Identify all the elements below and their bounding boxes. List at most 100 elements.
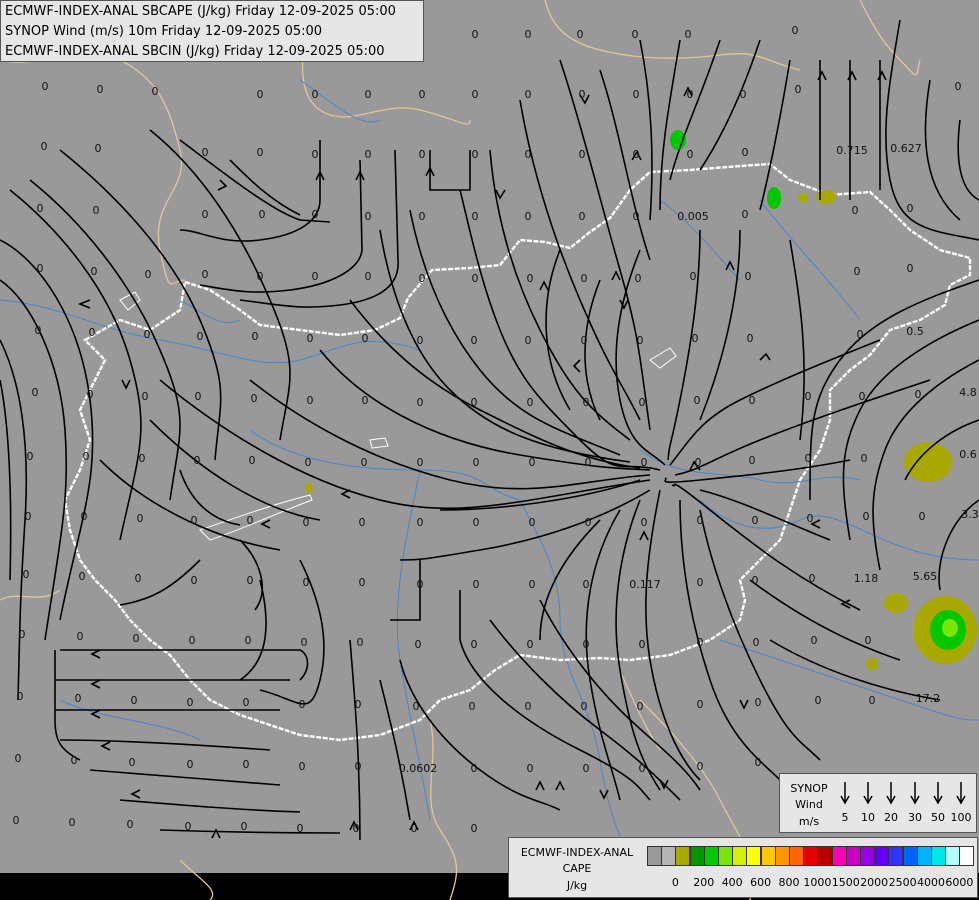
cape-value-label: 0 bbox=[91, 265, 98, 278]
cape-value-label: 0 bbox=[247, 574, 254, 587]
cape-tick-label: 1500 bbox=[831, 876, 860, 889]
cape-value-label: 0 bbox=[805, 452, 812, 465]
cape-value-label: 0 bbox=[639, 396, 646, 409]
cape-value-label: 0 bbox=[472, 148, 479, 161]
cape-color-swatch bbox=[945, 846, 961, 866]
cape-value-label: 0 bbox=[472, 272, 479, 285]
cape-value-label: 0 bbox=[257, 88, 264, 101]
cape-value-label: 0 bbox=[742, 208, 749, 221]
cape-value-label: 0 bbox=[307, 394, 314, 407]
cape-value-label: 0 bbox=[577, 28, 584, 41]
cape-value-label: 0 bbox=[583, 762, 590, 775]
wind-speed-20: 20 bbox=[884, 811, 898, 824]
cape-value-label: 0 bbox=[861, 452, 868, 465]
cape-value-label: 0 bbox=[581, 272, 588, 285]
cape-value-label: 0 bbox=[637, 334, 644, 347]
cape-value-label: 0 bbox=[473, 456, 480, 469]
cape-value-label: 0 bbox=[585, 516, 592, 529]
cape-value-label: 3.3 bbox=[961, 508, 979, 521]
cape-color-swatch bbox=[675, 846, 691, 866]
cape-value-label: 0 bbox=[81, 510, 88, 523]
cape-value-label: 0 bbox=[37, 262, 44, 275]
cape-value-label: 0 bbox=[529, 516, 536, 529]
cape-value-label: 0 bbox=[75, 692, 82, 705]
cape-value-label: 0 bbox=[641, 516, 648, 529]
cape-value-label: 0 bbox=[197, 330, 204, 343]
cape-value-label: 0 bbox=[633, 148, 640, 161]
cape-value-label: 0 bbox=[525, 334, 532, 347]
cape-value-label: 0 bbox=[471, 638, 478, 651]
cape-value-label: 0 bbox=[807, 512, 814, 525]
cape-value-label: 0 bbox=[139, 452, 146, 465]
cape-tick-label: 400 bbox=[721, 876, 743, 889]
cape-value-label: 0 bbox=[473, 578, 480, 591]
cape-value-label: 0 bbox=[795, 83, 802, 96]
cape-value-label: 0.117 bbox=[629, 578, 661, 591]
cape-value-label: 0 bbox=[419, 88, 426, 101]
header-line-cin: ECMWF-INDEX-ANAL SBCIN (J/kg) Friday 12-… bbox=[5, 44, 385, 59]
wind-speed-30: 30 bbox=[908, 811, 922, 824]
cape-color-swatch bbox=[916, 846, 932, 866]
cape-value-label: 0 bbox=[815, 694, 822, 707]
wind-legend-units: m/s bbox=[798, 815, 820, 828]
cape-value-label: 0 bbox=[637, 700, 644, 713]
cape-value-label: 0 bbox=[249, 454, 256, 467]
cape-tick-label: 2500 bbox=[888, 876, 917, 889]
cape-value-label: 0 bbox=[919, 510, 926, 523]
cape-value-label: 0 bbox=[525, 88, 532, 101]
cape-tick-label: 6000 bbox=[945, 876, 974, 889]
cape-value-label: 0 bbox=[740, 88, 747, 101]
cape-value-label: 0 bbox=[131, 694, 138, 707]
cape-value-label: 0 bbox=[869, 694, 876, 707]
cape-value-label: 0 bbox=[955, 80, 962, 93]
cape-value-label: 0 bbox=[365, 88, 372, 101]
cape-value-label: 0.6 bbox=[959, 448, 977, 461]
cape-value-label: 0 bbox=[685, 28, 692, 41]
cape-value-label: 0 bbox=[697, 698, 704, 711]
cape-color-swatch bbox=[661, 846, 677, 866]
cape-value-label: 0 bbox=[632, 28, 639, 41]
cape-value-label: 0 bbox=[189, 634, 196, 647]
cape-value-label: 0 bbox=[752, 514, 759, 527]
cape-value-label: 5.65 bbox=[913, 570, 938, 583]
cape-value-label: 0 bbox=[417, 578, 424, 591]
cape-field-north-3 bbox=[816, 190, 836, 204]
cape-value-label: 0 bbox=[365, 148, 372, 161]
cape-legend-units: J/kg bbox=[566, 879, 588, 892]
cape-value-label: 0 bbox=[633, 88, 640, 101]
cape-value-label: 0 bbox=[417, 396, 424, 409]
cape-field-small-1 bbox=[884, 593, 908, 613]
cape-value-label: 0 bbox=[245, 634, 252, 647]
cape-color-swatch bbox=[774, 846, 790, 866]
cape-value-label: 0 bbox=[312, 88, 319, 101]
cape-value-label: 0 bbox=[469, 700, 476, 713]
wind-legend-title: SYNOP bbox=[790, 782, 828, 795]
cape-value-label: 0 bbox=[305, 456, 312, 469]
cape-value-label: 0 bbox=[471, 334, 478, 347]
cape-value-label: 0 bbox=[583, 578, 590, 591]
cape-value-label: 0 bbox=[41, 140, 48, 153]
cape-value-label: 0 bbox=[303, 576, 310, 589]
map-header: ECMWF-INDEX-ANAL SBCAPE (J/kg) Friday 12… bbox=[0, 0, 424, 62]
cape-value-label: 0 bbox=[472, 28, 479, 41]
cape-value-label: 0 bbox=[417, 516, 424, 529]
cape-value-label: 0 bbox=[857, 328, 864, 341]
cape-value-label: 0 bbox=[187, 758, 194, 771]
cape-value-label: 0 bbox=[365, 270, 372, 283]
cape-tick-label: 0 bbox=[671, 876, 679, 889]
cape-value-label: 0 bbox=[811, 634, 818, 647]
cape-value-label: 0 bbox=[194, 454, 201, 467]
cape-value-label: 0 bbox=[243, 696, 250, 709]
cape-value-label: 0 bbox=[687, 88, 694, 101]
cape-color-swatch bbox=[718, 846, 733, 866]
cape-value-label: 0 bbox=[359, 576, 366, 589]
cape-value-label: 0 bbox=[419, 148, 426, 161]
cape-value-label: 0 bbox=[525, 210, 532, 223]
cape-value-label: 0 bbox=[525, 28, 532, 41]
cape-color-swatch bbox=[860, 846, 875, 866]
cape-value-label: 0 bbox=[417, 334, 424, 347]
cape-field-north-4 bbox=[798, 193, 808, 203]
cape-value-label: 0 bbox=[79, 570, 86, 583]
cape-value-label: 0 bbox=[633, 210, 640, 223]
cape-value-label: 0 bbox=[83, 450, 90, 463]
